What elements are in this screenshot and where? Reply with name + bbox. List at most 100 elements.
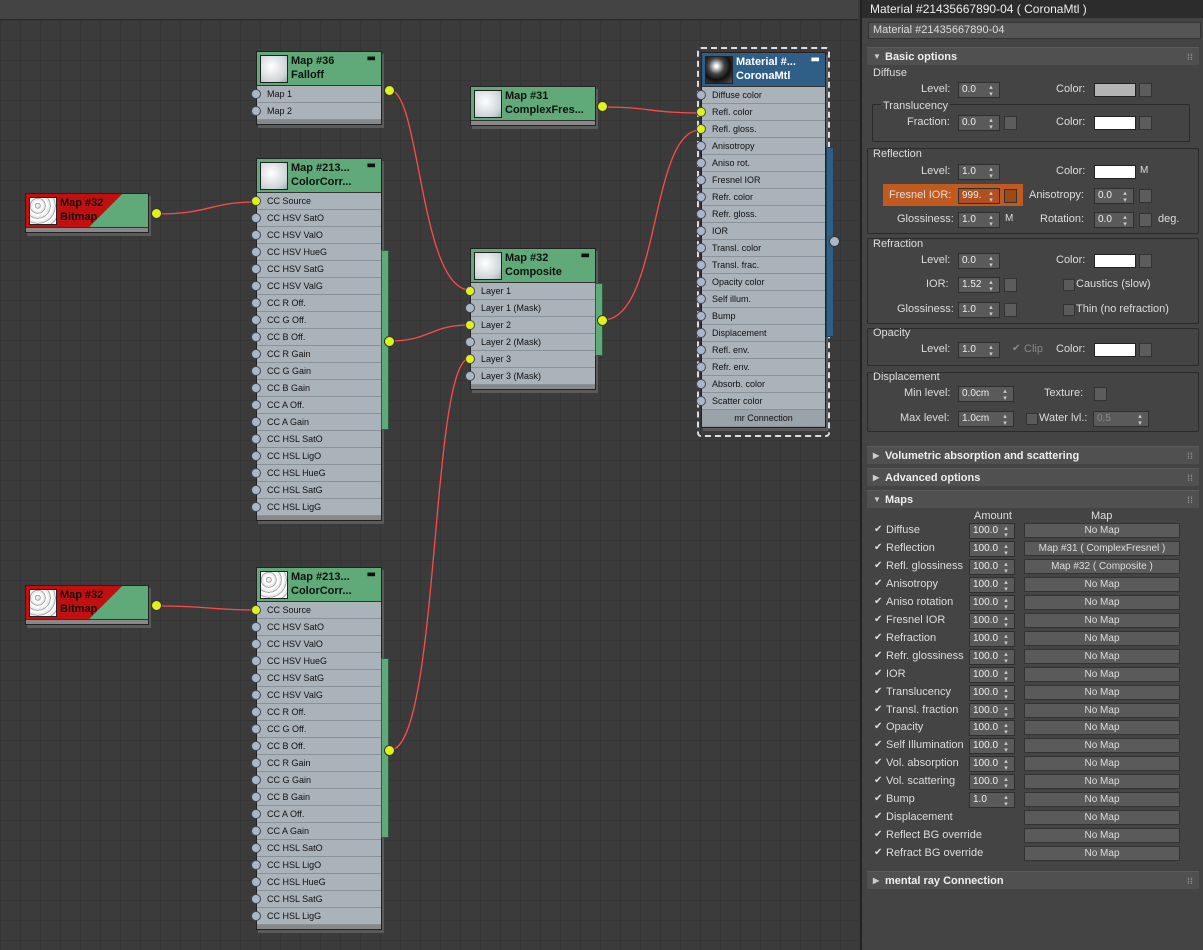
input-socket[interactable]: [251, 264, 261, 274]
input-socket[interactable]: [251, 622, 261, 632]
checkbox-check-icon[interactable]: ✔: [874, 668, 882, 679]
output-socket[interactable]: [597, 315, 608, 326]
input-socket[interactable]: [696, 243, 706, 253]
input-socket[interactable]: [251, 843, 261, 853]
opacity-level-spinner[interactable]: 1.0: [958, 342, 1000, 358]
minimize-icon[interactable]: ▬: [811, 54, 820, 65]
map-slot-button[interactable]: No Map: [1024, 756, 1180, 772]
slot[interactable]: CC A Off.: [251, 397, 381, 414]
refraction-glossiness-spinner[interactable]: 1.0: [958, 302, 1000, 318]
checkbox-check-icon[interactable]: ✔: [874, 686, 882, 697]
slot[interactable]: Layer 1 (Mask): [465, 300, 595, 317]
input-socket[interactable]: [251, 106, 261, 116]
refraction-map-button[interactable]: [1139, 254, 1152, 268]
node-material[interactable]: Material #... CoronaMtl ▬ Diffuse color Ref…: [696, 52, 826, 428]
input-socket[interactable]: [251, 639, 261, 649]
fresnel-ior-spinner[interactable]: 999.: [958, 188, 1000, 204]
slot[interactable]: Layer 2 (Mask): [465, 334, 595, 351]
input-socket[interactable]: [696, 294, 706, 304]
slot[interactable]: Transl. frac.: [696, 257, 825, 274]
input-socket[interactable]: [696, 158, 706, 168]
node-bitmap-1[interactable]: Map #32 Bitmap: [25, 193, 149, 233]
map-slot-button[interactable]: No Map: [1024, 523, 1180, 538]
input-socket[interactable]: [696, 260, 706, 270]
output-socket[interactable]: [384, 745, 395, 756]
slot[interactable]: CC G Off.: [251, 312, 381, 329]
input-socket[interactable]: [251, 724, 261, 734]
input-socket[interactable]: [696, 311, 706, 321]
node-header[interactable]: Material #... CoronaMtl ▬: [702, 53, 825, 87]
checkbox-check-icon[interactable]: ✔: [874, 739, 882, 750]
slot[interactable]: CC R Off.: [251, 295, 381, 312]
diffuse-level-spinner[interactable]: 0.0: [958, 82, 1000, 98]
slot[interactable]: CC R Off.: [251, 704, 381, 721]
input-socket[interactable]: [251, 366, 261, 376]
slot[interactable]: CC HSV HueG: [251, 653, 381, 670]
map-slot-button[interactable]: No Map: [1024, 666, 1180, 682]
slot[interactable]: CC HSV ValG: [251, 687, 381, 704]
slot[interactable]: CC HSL SatO: [251, 431, 381, 448]
slot[interactable]: Aniso rot.: [696, 155, 825, 172]
checkbox-check-icon[interactable]: ✔: [874, 847, 882, 858]
node-header[interactable]: Map #32 Composite ▬: [471, 249, 595, 283]
map-amount-spinner[interactable]: 100.0: [969, 774, 1015, 791]
rollout-basic-options[interactable]: ▼ Basic options ⁞⁞: [867, 47, 1199, 65]
input-socket[interactable]: [251, 89, 261, 99]
slot[interactable]: CC HSV ValO: [251, 227, 381, 244]
checkbox-check-icon[interactable]: ✔: [874, 811, 882, 822]
slot[interactable]: Refl. color: [696, 104, 825, 121]
map-slot-button[interactable]: No Map: [1024, 576, 1180, 592]
minimize-icon[interactable]: ▬: [581, 250, 590, 261]
slot[interactable]: CC HSL LigG: [251, 908, 381, 925]
slot[interactable]: CC A Off.: [251, 806, 381, 823]
map-slot-button[interactable]: No Map: [1024, 594, 1180, 610]
slot[interactable]: CC HSL LigO: [251, 448, 381, 465]
slot[interactable]: Self illum.: [696, 291, 825, 308]
input-socket[interactable]: [251, 894, 261, 904]
slot[interactable]: IOR: [696, 223, 825, 240]
output-socket[interactable]: [829, 236, 840, 247]
map-amount-spinner[interactable]: 100.0: [969, 756, 1015, 773]
min-level-spinner[interactable]: 0.0cm: [958, 386, 1014, 402]
input-socket[interactable]: [251, 877, 261, 887]
translucency-color-swatch[interactable]: [1094, 116, 1136, 130]
node-colorcorrection-1[interactable]: Map #213... ColorCorr... ▬ CC Source CC HSV…: [251, 158, 382, 521]
map-slot-button[interactable]: No Map: [1024, 774, 1180, 790]
slot[interactable]: CC B Off.: [251, 329, 381, 346]
input-socket[interactable]: [696, 345, 706, 355]
input-socket[interactable]: [465, 286, 475, 296]
output-socket[interactable]: [384, 85, 395, 96]
slot[interactable]: CC G Gain: [251, 772, 381, 789]
checkbox-check-icon[interactable]: ✔: [874, 829, 882, 840]
slot[interactable]: Layer 3 (Mask): [465, 368, 595, 385]
reflection-map-button[interactable]: M: [1140, 165, 1148, 176]
input-socket[interactable]: [251, 741, 261, 751]
rollout-maps[interactable]: ▼ Maps ⁞⁞: [867, 490, 1199, 508]
map-amount-spinner[interactable]: 100.0: [969, 702, 1015, 719]
input-socket[interactable]: [251, 792, 261, 802]
slot[interactable]: Absorb. color: [696, 376, 825, 393]
input-socket[interactable]: [696, 175, 706, 185]
input-socket[interactable]: [251, 502, 261, 512]
slot[interactable]: CC B Gain: [251, 380, 381, 397]
opacity-color-swatch[interactable]: [1094, 343, 1136, 357]
input-socket[interactable]: [251, 468, 261, 478]
map-amount-spinner[interactable]: 100.0: [969, 720, 1015, 737]
slot[interactable]: Fresnel IOR: [696, 172, 825, 189]
slot[interactable]: Refl. gloss.: [696, 121, 825, 138]
slot[interactable]: Refr. color: [696, 189, 825, 206]
slot[interactable]: CC B Gain: [251, 789, 381, 806]
slot[interactable]: Opacity color: [696, 274, 825, 291]
input-socket[interactable]: [251, 247, 261, 257]
rotation-map-button[interactable]: [1139, 213, 1152, 227]
rollout-volumetric[interactable]: ▶ Volumetric absorption and scattering ⁞⁞: [867, 446, 1199, 464]
rollout-advanced[interactable]: ▶ Advanced options ⁞⁞: [867, 468, 1199, 486]
checkbox-check-icon[interactable]: ✔: [874, 793, 882, 804]
input-socket[interactable]: [696, 90, 706, 100]
input-socket[interactable]: [696, 192, 706, 202]
input-socket[interactable]: [251, 775, 261, 785]
output-socket[interactable]: [151, 208, 162, 219]
checkbox-check-icon[interactable]: ✔: [874, 775, 882, 786]
map-slot-button[interactable]: Map #31 ( ComplexFresnel ): [1024, 540, 1180, 556]
map-amount-spinner[interactable]: 100.0: [969, 684, 1015, 701]
